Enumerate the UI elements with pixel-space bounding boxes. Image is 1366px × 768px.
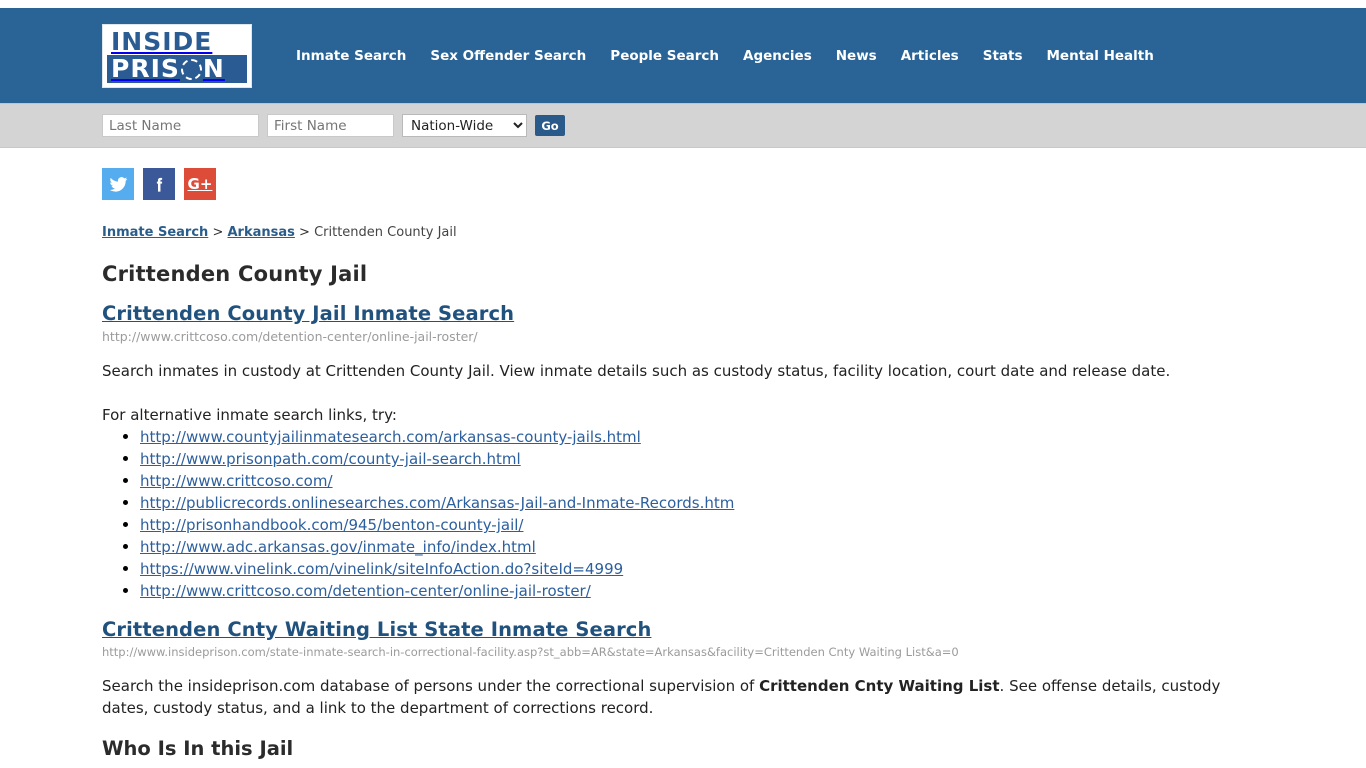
social-share-row: G+	[102, 148, 1264, 212]
search-go-button[interactable]: Go	[535, 115, 565, 136]
nav-item-news[interactable]: News	[824, 42, 889, 70]
section-2-heading-link[interactable]: Crittenden Cnty Waiting List State Inmat…	[102, 618, 651, 641]
list-item: http://www.crittcoso.com/detention-cente…	[140, 580, 1264, 602]
section-2-description-part1: Search the insideprison.com database of …	[102, 677, 760, 695]
breadcrumb-separator-2: >	[299, 225, 310, 240]
section-2-facility-name: Crittenden Cnty Waiting List	[759, 677, 1000, 695]
alt-link-5[interactable]: http://prisonhandbook.com/945/benton-cou…	[140, 516, 523, 534]
logo-top-text: INSIDE	[111, 26, 213, 56]
last-name-input[interactable]	[102, 114, 259, 137]
list-item: http://www.adc.arkansas.gov/inmate_info/…	[140, 536, 1264, 558]
nav-item-agencies[interactable]: Agencies	[731, 42, 824, 70]
quick-search-bar: Nation-Wide Go	[0, 103, 1366, 148]
list-item: http://www.crittcoso.com/	[140, 470, 1264, 492]
alt-link-1[interactable]: http://www.countyjailinmatesearch.com/ar…	[140, 428, 641, 446]
alternative-links-list: http://www.countyjailinmatesearch.com/ar…	[102, 426, 1264, 602]
first-name-input[interactable]	[267, 114, 394, 137]
logo-bottom-prefix: PRIS	[111, 53, 180, 83]
barbed-wire-ring-icon	[180, 59, 202, 80]
list-item: https://www.vinelink.com/vinelink/siteIn…	[140, 558, 1264, 580]
logo-bottom-text: PRIS N	[107, 53, 247, 83]
site-header: INSIDE PRIS N Inmate Search Sex Offender…	[0, 8, 1366, 103]
section-1-heading-link[interactable]: Crittenden County Jail Inmate Search	[102, 302, 514, 325]
list-item: http://www.prisonpath.com/county-jail-se…	[140, 448, 1264, 470]
alt-link-6[interactable]: http://www.adc.arkansas.gov/inmate_info/…	[140, 538, 536, 556]
nav-item-inmate-search[interactable]: Inmate Search	[284, 42, 418, 70]
site-logo[interactable]: INSIDE PRIS N	[102, 23, 252, 88]
nav-item-mental-health[interactable]: Mental Health	[1035, 42, 1166, 70]
page-content: G+ Inmate Search > Arkansas > Crittenden…	[0, 148, 1366, 760]
googleplus-glyph: G+	[187, 175, 213, 193]
logo-bottom-suffix: N	[202, 53, 225, 83]
alt-link-4[interactable]: http://publicrecords.onlinesearches.com/…	[140, 494, 734, 512]
section-1-heading: Crittenden County Jail Inmate Search	[102, 302, 1264, 325]
list-item: http://publicrecords.onlinesearches.com/…	[140, 492, 1264, 514]
nav-item-stats[interactable]: Stats	[971, 42, 1035, 70]
alt-link-2[interactable]: http://www.prisonpath.com/county-jail-se…	[140, 450, 521, 468]
googleplus-share-icon[interactable]: G+	[184, 168, 216, 200]
breadcrumb-current: Crittenden County Jail	[314, 225, 457, 240]
facebook-share-icon[interactable]	[143, 168, 175, 200]
section-2-url: http://www.insideprison.com/state-inmate…	[102, 645, 959, 659]
section-2-heading: Crittenden Cnty Waiting List State Inmat…	[102, 618, 1264, 641]
twitter-share-icon[interactable]	[102, 168, 134, 200]
section-1-description: Search inmates in custody at Crittenden …	[102, 362, 1171, 380]
breadcrumb-separator-1: >	[212, 225, 224, 240]
list-item: http://www.countyjailinmatesearch.com/ar…	[140, 426, 1264, 448]
main-navigation: Inmate Search Sex Offender Search People…	[284, 42, 1166, 70]
list-item: http://prisonhandbook.com/945/benton-cou…	[140, 514, 1264, 536]
section-2-description: Search the insideprison.com database of …	[102, 675, 1264, 719]
alt-link-3[interactable]: http://www.crittcoso.com/	[140, 472, 333, 490]
next-section-heading: Who Is In this Jail	[102, 737, 294, 760]
top-white-strip	[0, 0, 1366, 8]
page-title: Crittenden County Jail	[102, 262, 368, 286]
nav-item-people-search[interactable]: People Search	[598, 42, 731, 70]
nav-item-articles[interactable]: Articles	[889, 42, 971, 70]
nav-item-sex-offender-search[interactable]: Sex Offender Search	[418, 42, 598, 70]
section-1-url: http://www.crittcoso.com/detention-cente…	[102, 329, 478, 344]
breadcrumb-link-inmate-search[interactable]: Inmate Search	[102, 225, 208, 240]
alt-link-8[interactable]: http://www.crittcoso.com/detention-cente…	[140, 582, 591, 600]
search-scope-select[interactable]: Nation-Wide	[402, 114, 527, 137]
alternative-links-intro: For alternative inmate search links, try…	[102, 406, 397, 424]
breadcrumb-link-arkansas[interactable]: Arkansas	[227, 225, 294, 240]
alt-link-7[interactable]: https://www.vinelink.com/vinelink/siteIn…	[140, 560, 623, 578]
breadcrumb: Inmate Search > Arkansas > Crittenden Co…	[102, 212, 1264, 246]
